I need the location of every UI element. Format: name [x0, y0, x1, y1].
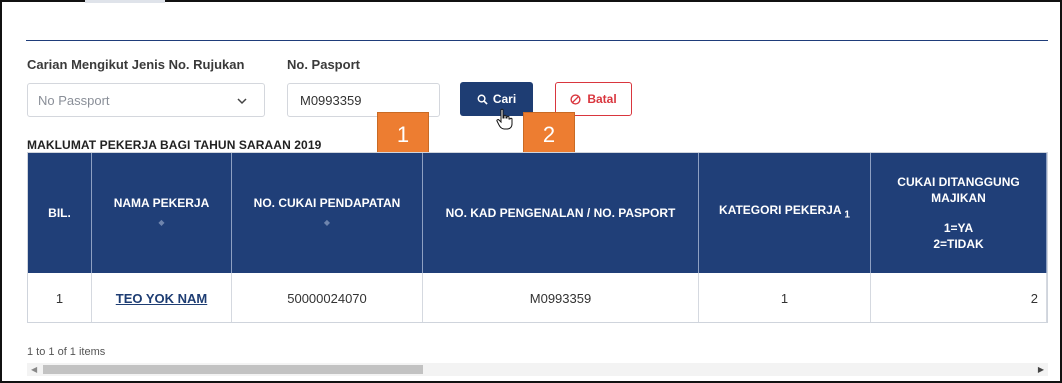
column-header-nama[interactable]: NAMA PEKERJA ◆: [92, 153, 232, 273]
employee-name-link[interactable]: TEO YOK NAM: [116, 291, 208, 306]
column-header-nama-label: NAMA PEKERJA: [113, 196, 210, 210]
cell-nama: TEO YOK NAM: [92, 273, 232, 322]
section-title: MAKLUMAT PEKERJA BAGI TAHUN SARAAN 2019: [27, 138, 322, 152]
search-icon: [477, 94, 488, 105]
hand-cursor-icon: [496, 108, 513, 130]
scroll-left-icon[interactable]: ◀: [31, 365, 37, 374]
reference-type-label: Carian Mengikut Jenis No. Rujukan: [27, 57, 245, 72]
cancel-button-label: Batal: [587, 92, 617, 106]
sort-icon[interactable]: ◆: [324, 215, 330, 231]
table-row: 1 TEO YOK NAM 50000024070 M0993359 1 2: [28, 273, 1047, 322]
pagination-info: 1 to 1 of 1 items: [27, 346, 106, 358]
column-header-kategori: KATEGORI PEKERJA 1: [699, 153, 871, 273]
column-header-ditanggung: CUKAI DITANGGUNG MAJIKAN 1=YA 2=TIDAK: [871, 153, 1047, 273]
sort-icon[interactable]: ◆: [158, 215, 164, 231]
employee-table: BIL. NAMA PEKERJA ◆ NO. CUKAI PENDAPATAN…: [27, 152, 1048, 323]
divider-line: [26, 40, 1048, 41]
table-header: BIL. NAMA PEKERJA ◆ NO. CUKAI PENDAPATAN…: [28, 153, 1047, 273]
column-header-bil: BIL.: [28, 153, 92, 273]
reference-type-value: No Passport: [38, 93, 110, 108]
cell-ditanggung: 2: [871, 273, 1047, 322]
chevron-down-icon: [237, 98, 247, 105]
column-header-kategori-label: KATEGORI PEKERJA 1: [719, 202, 850, 223]
cell-kategori: 1: [699, 273, 871, 322]
ditanggung-line-1: CUKAI DITANGGUNG: [897, 175, 1020, 189]
reference-type-select[interactable]: No Passport: [27, 83, 265, 117]
ditanggung-line-4: 2=TIDAK: [933, 237, 984, 251]
cell-bil: 1: [28, 273, 92, 322]
kategori-subscript: 1: [844, 209, 850, 221]
cancel-button[interactable]: Batal: [555, 82, 632, 116]
column-header-kad: NO. KAD PENGENALAN / NO. PASPORT: [423, 153, 699, 273]
column-header-kad-label: NO. KAD PENGENALAN / NO. PASPORT: [445, 206, 676, 220]
kategori-text: KATEGORI PEKERJA: [719, 203, 842, 218]
column-header-cukai[interactable]: NO. CUKAI PENDAPATAN ◆: [232, 153, 423, 273]
search-button-label: Cari: [492, 92, 517, 106]
cancel-icon: [570, 93, 581, 105]
horizontal-scrollbar[interactable]: ◀ ▶: [27, 363, 1048, 376]
column-header-bil-label: BIL.: [48, 206, 71, 220]
passport-label: No. Pasport: [287, 57, 360, 72]
scroll-right-icon[interactable]: ▶: [1038, 365, 1044, 374]
scrollbar-thumb[interactable]: [43, 365, 423, 374]
column-header-cukai-label: NO. CUKAI PENDAPATAN: [253, 196, 401, 210]
cell-cukai: 50000024070: [232, 273, 423, 322]
ditanggung-line-3: 1=YA: [943, 221, 974, 235]
top-tab-indicator: [85, 0, 165, 3]
ditanggung-line-2: MAJIKAN: [931, 191, 986, 205]
cell-kad: M0993359: [423, 273, 699, 322]
